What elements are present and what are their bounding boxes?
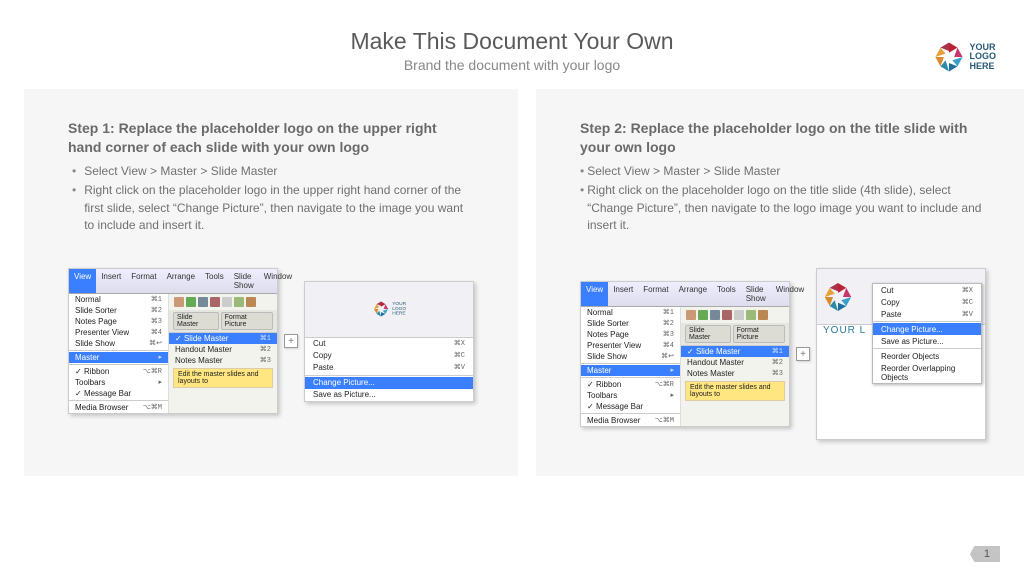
- step1-panel: Step 1: Replace the placeholder logo on …: [24, 89, 518, 476]
- step2-bullet: Select View > Master > Slide Master: [580, 163, 986, 180]
- menubar: View Insert Format Arrange Tools Slide S…: [69, 269, 277, 294]
- step2-bullet: Right click on the placeholder logo on t…: [580, 182, 986, 234]
- page-number: 1: [970, 546, 1000, 562]
- change-picture-item: Change Picture...: [873, 323, 981, 335]
- step1-heading: Step 1: Replace the placeholder logo on …: [68, 119, 474, 157]
- step1-bullet: Select View > Master > Slide Master: [68, 163, 474, 180]
- plus-icon: +: [284, 334, 298, 348]
- menu-master: Master▸: [69, 352, 168, 363]
- screenshot-view-menu: View Insert Format Arrange Tools Slide S…: [580, 281, 790, 427]
- plus-icon: +: [796, 347, 810, 361]
- page-title: Make This Document Your Own: [0, 28, 1024, 55]
- screenshot-view-menu: View Insert Format Arrange Tools Slide S…: [68, 268, 278, 414]
- screenshot-context-menu: YOURLOGOHERE Cut⌘X Copy⌘C Paste⌘V Change…: [304, 281, 474, 402]
- screenshot-context-menu-large: YOUR L Cut⌘X Copy⌘C Paste⌘V Change Pictu…: [816, 268, 986, 440]
- step2-panel: Step 2: Replace the placeholder logo on …: [536, 89, 1024, 476]
- page-subtitle: Brand the document with your logo: [0, 57, 1024, 73]
- step2-heading: Step 2: Replace the placeholder logo on …: [580, 119, 986, 157]
- tooltip: Edit the master slides and layouts to: [173, 368, 273, 388]
- logo-text: YOUR LOGO HERE: [970, 43, 997, 71]
- change-picture-item: Change Picture...: [305, 377, 473, 389]
- logo-placeholder: YOUR LOGO HERE: [932, 40, 997, 74]
- step1-bullet: Right click on the placeholder logo in t…: [68, 182, 474, 234]
- logo-icon: [932, 40, 966, 74]
